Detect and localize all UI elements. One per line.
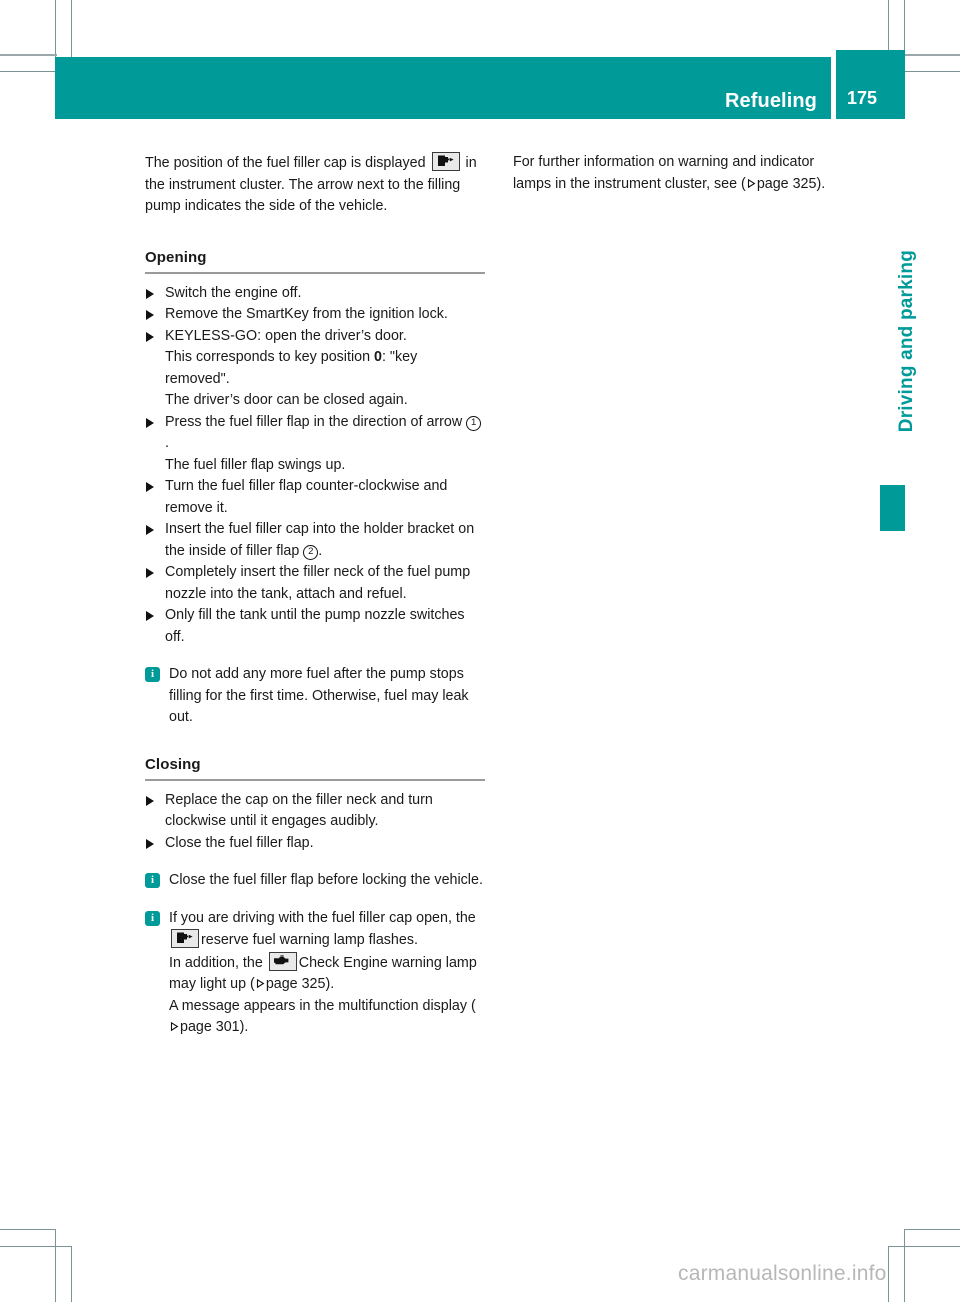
note-text-pre: If you are driving with the fuel filler … [169,909,476,926]
step-arrow-icon [146,310,154,320]
opening-step-list: Switch the engine off. Remove the SmartK… [145,283,485,649]
page-header-bar: Refueling [55,57,831,119]
cross-reference-arrow-icon [255,978,266,989]
intro-text-part1: The position of the fuel filler cap is d… [145,155,426,171]
manual-page: Refueling 175 Driving and parking The po… [0,0,960,1302]
step-subtext: This corresponds to key position 0: "key… [165,347,485,390]
list-item: Insert the fuel filler cap into the hold… [145,519,485,562]
list-item: Replace the cap on the filler neck and t… [145,790,485,833]
step-text: Completely insert the filler neck of the… [165,564,471,602]
crop-mark [905,1229,960,1230]
cross-reference-arrow-icon [746,178,757,189]
note-text-pre: A message appears in the multifunction d… [169,997,476,1014]
cross-reference-arrow-icon [169,1021,180,1032]
page-number-block: 175 [836,50,905,119]
step-text: Close the fuel filler flap. [165,834,314,851]
step-arrow-icon [146,482,154,492]
note-line-1: If you are driving with the fuel filler … [169,909,476,948]
step-arrow-icon [146,331,154,342]
note-text-pre: In addition, the [169,954,267,971]
info-note-closing-2: i If you are driving with the fuel fille… [145,908,485,1039]
step-arrow-icon [146,611,154,621]
list-item: Remove the SmartKey from the ignition lo… [145,304,485,326]
page-title: Refueling [724,90,817,112]
keypos-pre: This corresponds to key position [165,349,374,365]
fuel-pump-indicator-icon [431,152,460,171]
page-number: 175 [847,88,878,108]
step-arrow-icon [146,795,154,806]
crop-mark [0,54,57,56]
section-heading-opening: Opening [145,248,485,274]
list-item: Press the fuel filler flap in the direct… [145,412,485,477]
crop-mark [71,1246,72,1302]
cross-reference-target[interactable]: page 301 [180,1019,240,1035]
step-text: Turn the fuel filler flap counter-clockw… [165,478,448,516]
further-information-paragraph: For further information on warning and i… [513,152,853,195]
crop-mark [888,0,889,57]
step-subtext: The fuel filler flap swings up. [165,456,346,473]
list-item: Turn the fuel filler flap counter-clockw… [145,476,485,519]
crop-mark [55,1229,56,1302]
watermark: carmanualsonline.info [678,1262,887,1285]
fuel-pump-indicator-icon [171,929,199,948]
info-note-closing-1: i Close the fuel filler flap before lock… [145,870,485,892]
note-text-post: reserve fuel warning lamp flashes. [201,932,418,948]
list-item: KEYLESS-GO: open the driver’s door. This… [145,326,485,412]
list-item: Only fill the tank until the pump nozzle… [145,605,485,648]
step-text: Only fill the tank until the pump nozzle… [165,607,465,645]
info-icon: i [145,910,160,926]
paragraph-text-post: ). [816,175,826,192]
callout-number-1: 1 [466,415,482,431]
crop-mark [0,1229,56,1230]
crop-mark [905,54,960,56]
step-text: Remove the SmartKey from the ignition lo… [165,306,448,322]
note-line-2: In addition, the Check Engine warning la… [169,951,485,996]
chapter-tab-marker [880,485,905,531]
list-item: Switch the engine off. [145,283,485,305]
info-icon: i [145,667,160,682]
crop-mark [904,0,905,57]
step-arrow-icon [146,288,154,299]
chapter-tab-label: Driving and parking [896,250,917,433]
crop-mark [904,1229,905,1302]
crop-mark [0,1246,72,1247]
cross-reference-target[interactable]: page 325 [757,176,817,192]
note-text-post: ). [325,976,335,992]
note-text-post: ). [239,1019,249,1035]
crop-mark [889,1246,960,1247]
check-engine-icon [268,951,297,971]
callout-number-2: 2 [303,544,319,560]
step-arrow-icon [146,525,154,535]
list-item: Completely insert the filler neck of the… [145,562,485,605]
cross-reference-target[interactable]: page 325 [266,976,326,992]
step-subtext: The driver’s door can be closed again. [165,392,408,408]
note-line-3: A message appears in the multifunction d… [169,996,485,1039]
intro-paragraph: The position of the fuel filler cap is d… [145,152,485,218]
step-text: Switch the engine off. [165,284,302,301]
step-arrow-icon [146,838,154,849]
section-heading-closing: Closing [145,755,485,781]
key-position-value: 0 [374,349,382,365]
crop-mark [888,1246,889,1302]
crop-mark [71,0,72,57]
step-text-pre: Press the fuel filler flap in the direct… [165,413,467,430]
crop-mark [0,71,57,72]
note-text: Close the fuel filler flap before lockin… [169,872,483,888]
info-note-opening: i Do not add any more fuel after the pum… [145,664,485,729]
step-arrow-icon [146,417,154,428]
note-text: Do not add any more fuel after the pump … [169,666,469,725]
step-arrow-icon [146,568,154,578]
right-text-column: For further information on warning and i… [513,152,853,195]
step-text: Replace the cap on the filler neck and t… [165,791,433,830]
list-item: Close the fuel filler flap. [145,833,485,855]
info-icon: i [145,873,160,888]
step-text-post: . [165,435,169,451]
step-text: KEYLESS-GO: open the driver’s door. [165,327,407,344]
left-text-column: The position of the fuel filler cap is d… [145,152,485,1039]
crop-mark [905,71,960,72]
closing-step-list: Replace the cap on the filler neck and t… [145,790,485,855]
step-text-post: . [318,542,323,559]
